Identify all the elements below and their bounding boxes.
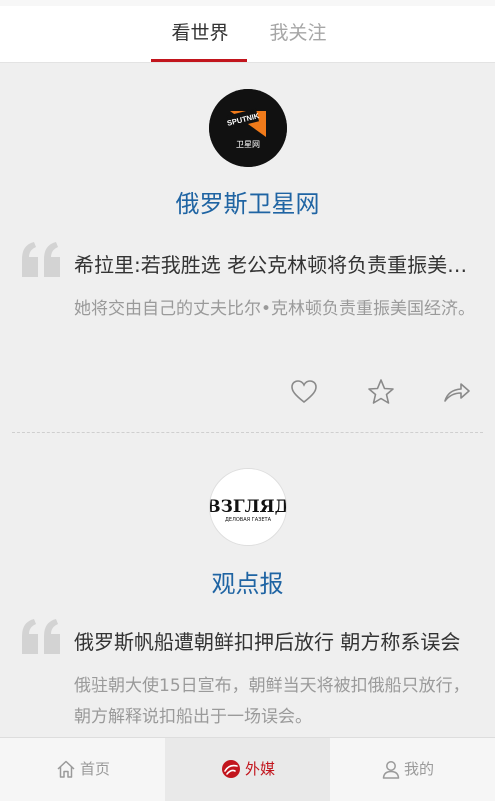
like-button[interactable] <box>289 377 319 407</box>
nav-mine-label: 我的 <box>404 760 435 778</box>
top-tabs: 看世界 我关注 <box>0 6 495 63</box>
article-headline[interactable]: 俄罗斯帆船遭朝鲜扣押后放行 朝方称系误会 <box>74 626 479 655</box>
source-logo[interactable]: SPUTNIK 卫星网 <box>209 89 287 167</box>
feed-card[interactable]: ВЗГЛЯД ДЕЛОВАЯ ГАЗЕТА 观点报 俄罗斯帆船遭朝鲜扣押后放行 … <box>0 443 495 737</box>
nav-home[interactable]: 首页 <box>0 738 165 801</box>
article-summary[interactable]: 俄驻朝大使15日宣布，朝鲜当天将被扣俄船只放行，朝方解释说扣船出于一场误会。 <box>74 671 478 733</box>
source-logo[interactable]: ВЗГЛЯД ДЕЛОВАЯ ГАЗЕТА <box>209 468 287 546</box>
nav-foreign-media-label: 外媒 <box>245 760 276 778</box>
favorite-button[interactable] <box>366 377 396 407</box>
source-name[interactable]: 观点报 <box>0 564 495 599</box>
nav-mine[interactable]: 我的 <box>330 738 495 801</box>
home-icon <box>57 760 75 778</box>
source-name[interactable]: 俄罗斯卫星网 <box>0 184 495 219</box>
article-headline[interactable]: 希拉里:若我胜选 老公克林顿将负责重振美国经济 <box>74 249 479 278</box>
star-icon <box>368 379 394 404</box>
vzglyad-logo-caption: ДЕЛОВАЯ ГАЗЕТА <box>225 517 272 523</box>
foreign-media-icon <box>222 760 240 778</box>
sputnik-logo-caption: 卫星网 <box>236 140 260 149</box>
tab-world[interactable]: 看世界 <box>152 6 248 62</box>
share-icon <box>444 383 470 402</box>
article-summary[interactable]: 她将交由自己的丈夫比尔•克林顿负责重振美国经济。 <box>74 294 478 325</box>
nav-home-label: 首页 <box>80 760 111 778</box>
feed-list: SPUTNIK 卫星网 俄罗斯卫星网 希拉里:若我胜选 老公克林顿将负责重振美国… <box>0 63 495 737</box>
vzglyad-logo-word: ВЗГЛЯД <box>210 497 286 517</box>
active-tab-indicator <box>151 59 247 62</box>
heart-icon <box>291 380 317 404</box>
user-icon <box>382 761 400 779</box>
quote-icon <box>20 618 64 654</box>
card-divider <box>12 432 483 433</box>
tab-following[interactable]: 我关注 <box>250 6 346 62</box>
nav-foreign-media[interactable]: 外媒 <box>165 738 330 801</box>
bottom-nav: 首页 外媒 我的 <box>0 737 495 801</box>
vzglyad-logo: ВЗГЛЯД ДЕЛОВАЯ ГАЗЕТА <box>210 469 286 545</box>
article-actions <box>0 377 495 407</box>
quote-icon <box>20 241 64 277</box>
sputnik-logo: SPUTNIK 卫星网 <box>209 89 287 167</box>
feed-card[interactable]: SPUTNIK 卫星网 俄罗斯卫星网 希拉里:若我胜选 老公克林顿将负责重振美国… <box>0 63 495 434</box>
share-button[interactable] <box>442 377 472 407</box>
